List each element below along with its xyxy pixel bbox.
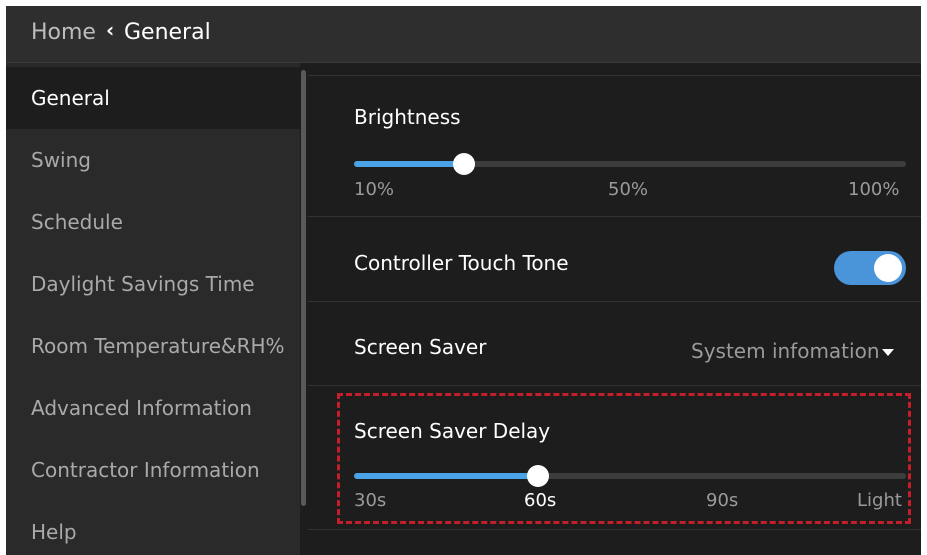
- divider: [308, 216, 921, 217]
- sidebar-item-room-temperature-rh[interactable]: Room Temperature&RH%: [6, 315, 300, 377]
- brightness-slider-fill: [354, 161, 465, 167]
- screen-saver-value: System infomation: [691, 339, 880, 363]
- brightness-slider-thumb[interactable]: [453, 153, 476, 175]
- sidebar-scrollbar[interactable]: [301, 70, 306, 506]
- sidebar-item-schedule[interactable]: Schedule: [6, 191, 300, 253]
- touch-tone-label: Controller Touch Tone: [354, 251, 569, 275]
- sidebar: General Swing Schedule Daylight Savings …: [6, 63, 300, 555]
- top-bar: Home ‹ General: [6, 6, 921, 63]
- chevron-left-icon[interactable]: ‹: [106, 18, 114, 42]
- divider: [308, 385, 921, 386]
- divider: [308, 75, 921, 76]
- divider: [308, 529, 921, 530]
- sidebar-item-help[interactable]: Help: [6, 501, 300, 555]
- sidebar-item-general[interactable]: General: [6, 67, 300, 129]
- brightness-label: Brightness: [354, 105, 461, 129]
- sidebar-item-swing[interactable]: Swing: [6, 129, 300, 191]
- divider: [308, 301, 921, 302]
- sidebar-item-advanced-information[interactable]: Advanced Information: [6, 377, 300, 439]
- brightness-tick-max: 100%: [848, 179, 900, 200]
- touch-tone-toggle[interactable]: [834, 251, 906, 285]
- sidebar-item-contractor-information[interactable]: Contractor Information: [6, 439, 300, 501]
- brightness-tick-min: 10%: [354, 179, 395, 200]
- brightness-tick-mid: 50%: [608, 179, 649, 200]
- caret-down-icon: [881, 349, 894, 356]
- app-window: Home ‹ General General Swing Schedule Da…: [6, 6, 921, 555]
- sidebar-item-daylight-savings-time[interactable]: Daylight Savings Time: [6, 253, 300, 315]
- page-title: General: [124, 20, 211, 45]
- toggle-knob: [874, 254, 902, 282]
- breadcrumb-home[interactable]: Home: [31, 20, 96, 45]
- screen-saver-dropdown[interactable]: System infomation: [691, 339, 894, 363]
- highlight-box: [337, 393, 911, 524]
- screen-saver-label: Screen Saver: [354, 335, 487, 359]
